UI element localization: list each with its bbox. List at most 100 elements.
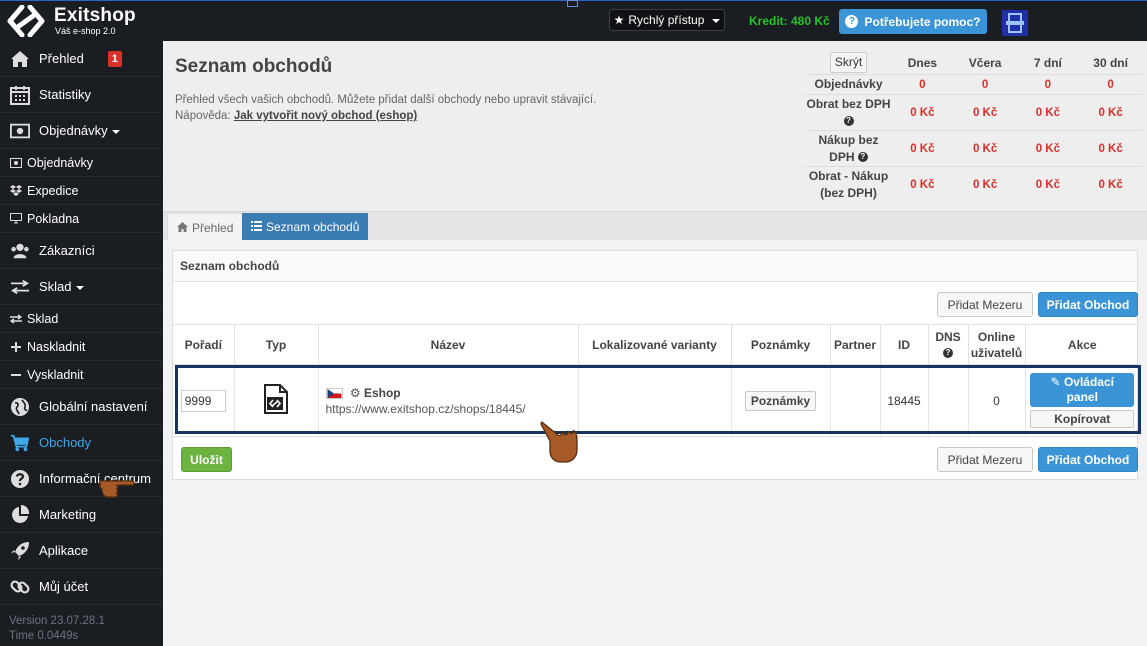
money-icon — [10, 157, 22, 169]
stats-value: 0 Kč — [1035, 179, 1061, 191]
chevron-down-icon — [75, 285, 84, 290]
avatar[interactable] — [1002, 10, 1028, 36]
stats-col-30days: 30 dní — [1093, 55, 1128, 70]
stats-value: 0 — [1107, 78, 1114, 91]
control-panel-label: Ovládací — [1063, 375, 1114, 389]
stats-value: 0 — [981, 78, 989, 91]
copy-button[interactable]: Kopírovat — [1030, 410, 1135, 428]
rocket-icon — [10, 541, 30, 561]
edit-icon: ✎ — [1050, 375, 1061, 389]
cell-notes: Poznámky — [731, 364, 831, 437]
help-link[interactable]: Jak vytvořit nový obchod (eshop) — [234, 110, 417, 122]
sidebar-item-overview[interactable]: Přehled 1 — [0, 41, 163, 77]
col-actions: Akce — [1025, 324, 1139, 365]
sidebar-item-label: Přehled — [39, 51, 84, 66]
sidebar-item-pos[interactable]: Pokladna — [0, 205, 163, 233]
stats-col-7days: 7 dní — [1033, 55, 1062, 70]
sidebar-item-stock[interactable]: Sklad — [0, 305, 163, 333]
add-gap-button[interactable]: Přidat Mezeru — [937, 292, 1033, 317]
sidebar-item-shops[interactable]: Obchody — [0, 425, 163, 461]
sidebar-item-label: Objednávky — [39, 123, 108, 138]
users-icon — [10, 241, 30, 261]
add-shop-button[interactable]: Přidat Obchod — [1038, 292, 1138, 317]
notes-button[interactable]: Poznámky — [744, 390, 817, 411]
col-name: Název — [318, 324, 579, 365]
calendar-icon — [10, 85, 30, 105]
sidebar-item-label: Pokladna — [27, 211, 80, 226]
link-icon — [10, 577, 30, 597]
exchange-icon — [10, 277, 30, 297]
page-description: Přehled všech vašich obchodů. Můžete při… — [175, 92, 596, 124]
stats-col-today: Dnes — [907, 55, 938, 70]
question-icon[interactable]: ? — [857, 152, 868, 163]
save-button[interactable]: Uložit — [181, 447, 232, 472]
top-bar: Exitshop Váš e-shop 2.0 ★ Rychlý přístup… — [0, 0, 1147, 41]
pointing-hand-icon — [99, 480, 135, 498]
col-dns-label: DNS — [935, 329, 961, 344]
render-time-label: Time 0.0449s — [9, 630, 79, 642]
sidebar-item-global-settings[interactable]: Globální nastavení — [0, 389, 163, 425]
add-gap-button-bottom[interactable]: Přidat Mezeru — [937, 447, 1033, 472]
stats-value: 0 — [1044, 78, 1052, 91]
sidebar-item-label: Aplikace — [39, 543, 89, 558]
stats-row-label: Obrat bez DPH — [806, 96, 891, 111]
sidebar-item-marketing[interactable]: Marketing — [0, 497, 163, 533]
gear-icon[interactable]: ⚙ — [350, 386, 361, 400]
quick-access-button[interactable]: ★ Rychlý přístup — [609, 9, 725, 31]
tab-shop-list[interactable]: Seznam obchodů — [242, 213, 369, 241]
sidebar-item-stock-in[interactable]: Naskladnit — [0, 333, 163, 361]
sidebar-item-orders[interactable]: Objednávky — [0, 149, 163, 177]
window-handle[interactable] — [567, 0, 578, 7]
logo[interactable]: Exitshop Váš e-shop 2.0 — [6, 5, 136, 37]
shop-document-icon — [264, 384, 288, 414]
list-icon — [251, 220, 262, 234]
stats-value: 0 Kč — [972, 142, 998, 155]
credit-display: Kredit: 480 Kč — [749, 14, 830, 28]
version-info: Version 23.07.28.1 Time 0.0449s — [9, 614, 105, 644]
sidebar-item-dispatch[interactable]: Expedice — [0, 177, 163, 205]
sidebar-item-customers[interactable]: Zákazníci — [0, 233, 163, 269]
exchange-icon — [10, 313, 22, 325]
question-icon[interactable]: ? — [843, 116, 854, 127]
sidebar-group-stock[interactable]: Sklad — [0, 269, 163, 305]
sidebar-group-orders[interactable]: Objednávky — [0, 113, 163, 149]
cell-type — [234, 364, 319, 437]
chevron-down-icon — [712, 19, 721, 23]
sidebar-item-info-center[interactable]: Informační centrum — [0, 461, 163, 497]
notification-badge: 1 — [107, 50, 122, 67]
shop-list-panel: Seznam obchodů Přidat Mezeru Přidat Obch… — [172, 250, 1139, 480]
sidebar-item-stats[interactable]: Statistiky — [0, 77, 163, 113]
shop-name[interactable]: Eshop — [364, 386, 401, 400]
help-button[interactable]: ? Potřebujete pomoc? — [839, 9, 987, 34]
tab-overview[interactable]: Přehled — [167, 213, 244, 241]
hide-stats-button[interactable]: Skrýt — [829, 52, 868, 73]
panel-title: Seznam obchodů — [173, 251, 1137, 282]
sidebar-item-label: Objednávky — [27, 155, 94, 170]
shop-url[interactable]: https://www.exitshop.cz/shops/18445/ — [326, 402, 578, 416]
order-input[interactable] — [180, 389, 226, 412]
page-title: Seznam obchodů — [175, 56, 333, 77]
control-panel-button[interactable]: ✎ Ovládací panel — [1030, 373, 1135, 407]
stats-table: Skrýt Dnes Včera 7 dní 30 dní Objednávky… — [806, 51, 1142, 203]
col-partner: Partner — [830, 324, 881, 365]
stats-value: 0 Kč — [972, 106, 998, 119]
cell-actions: ✎ Ovládací panel Kopírovat — [1025, 364, 1139, 437]
sidebar-item-apps[interactable]: Aplikace — [0, 533, 163, 569]
stats-value: 0 Kč — [910, 179, 935, 191]
pie-chart-icon — [10, 504, 30, 525]
czech-flag-icon — [325, 387, 343, 399]
add-shop-button-bottom[interactable]: Přidat Obchod — [1038, 447, 1138, 472]
sidebar-item-stock-out[interactable]: Vyskladnit — [0, 361, 163, 389]
sidebar-item-label: Obchody — [39, 435, 92, 450]
question-icon[interactable]: ? — [943, 348, 953, 359]
cell-partner — [830, 364, 881, 437]
cell-name: ⚙ Eshop https://www.exitshop.cz/shops/18… — [318, 364, 579, 437]
sidebar-item-label: Globální nastavení — [39, 399, 148, 414]
exitshop-logo-icon — [7, 5, 45, 37]
main-content: Seznam obchodů Přidat Mezeru Přidat Obch… — [163, 240, 1147, 646]
sidebar-item-account[interactable]: Můj účet — [0, 569, 163, 605]
col-variants: Lokalizované varianty — [578, 324, 732, 365]
cell-id: 18445 — [880, 364, 929, 437]
control-panel-label-2: panel — [1066, 390, 1098, 404]
col-online-label-2: uživatelů — [970, 345, 1023, 360]
